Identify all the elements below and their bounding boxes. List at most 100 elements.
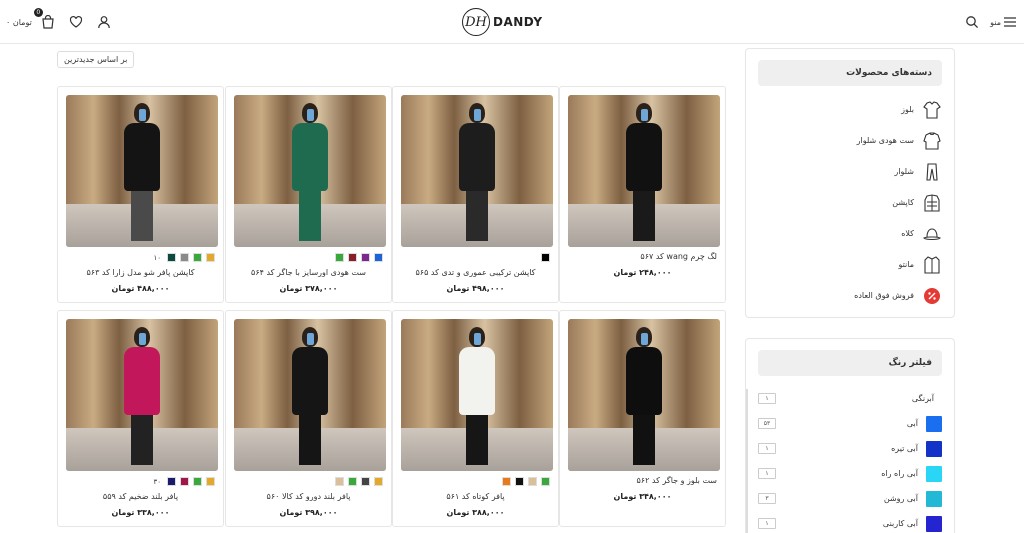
product-name[interactable]: لگ چرم wang کد ۵۶۷ [568, 252, 717, 261]
wishlist-button[interactable] [66, 12, 86, 32]
product-image[interactable] [401, 95, 553, 247]
color-count: ۳ [758, 493, 776, 504]
garment-bottom [633, 189, 655, 241]
color-filter-item[interactable]: آبرنگی ۱ [746, 386, 954, 411]
model-figure [455, 327, 499, 467]
category-item[interactable]: کاپشن [746, 187, 954, 218]
category-label: بلوز [901, 105, 914, 114]
more-colors-count: ۳۰ [153, 478, 161, 486]
site-logo[interactable]: DH DANDY [462, 7, 543, 37]
color-swatch[interactable] [167, 253, 176, 262]
product-image[interactable] [401, 319, 553, 471]
product-name[interactable]: پافر بلند ضخیم کد ۵۵۹ [66, 492, 215, 501]
category-item[interactable]: شلوار [746, 156, 954, 187]
product-image[interactable] [66, 319, 218, 471]
color-swatch[interactable] [361, 253, 370, 262]
color-swatch[interactable] [167, 477, 176, 486]
color-filter-list: آبرنگی ۱ آبی ۵۳ آبی تیره ۱ آبی راه راه ۱ آبی روش… [746, 386, 954, 533]
product-image[interactable] [568, 95, 720, 247]
color-swatches: ۱۰ [153, 253, 215, 263]
garment-top [292, 123, 328, 191]
pants-icon [922, 162, 942, 182]
category-item[interactable]: مانتو [746, 249, 954, 280]
menu-label[interactable]: منو [990, 18, 1001, 27]
search-button[interactable] [962, 12, 982, 32]
product-card[interactable]: ست بلوز و جاگر کد ۵۶۲ ۳۴۸,۰۰۰ تومان [559, 310, 726, 527]
product-image[interactable] [66, 95, 218, 247]
product-price: ۳۴۸,۰۰۰ تومان [613, 492, 672, 501]
color-swatch[interactable] [335, 477, 344, 486]
product-name[interactable]: ست بلوز و جاگر کد ۵۶۲ [568, 476, 717, 485]
product-price: ۴۹۸,۰۰۰ تومان [446, 284, 505, 293]
garment-bottom [131, 189, 153, 241]
account-button[interactable] [94, 12, 114, 32]
product-card[interactable]: ست هودی اورسایز با جاگر کد ۵۶۴ ۳۷۸,۰۰۰ تو… [225, 86, 392, 303]
color-filter-item[interactable]: آبی تیره ۱ [746, 436, 954, 461]
color-filter-title: فیلتر رنگ [758, 350, 942, 376]
color-swatch[interactable] [335, 253, 344, 262]
color-swatch[interactable] [348, 477, 357, 486]
category-item[interactable]: کلاه [746, 218, 954, 249]
color-label: آبی راه راه [881, 469, 918, 478]
color-swatch[interactable] [541, 477, 550, 486]
hat-icon [922, 224, 942, 244]
product-name[interactable]: کاپشن پافر شو مدل زارا کد ۵۶۳ [66, 268, 215, 277]
color-filter-item[interactable]: آبی کاربنی ۱ [746, 511, 954, 533]
product-card[interactable]: کاپشن ترکیبی عموری و تدی کد ۵۶۵ ۴۹۸,۰۰۰ ت… [392, 86, 559, 303]
color-swatch[interactable] [180, 477, 189, 486]
phone-icon [139, 109, 146, 121]
phone-icon [307, 109, 314, 121]
color-filter-scrollbar[interactable] [746, 389, 748, 533]
garment-bottom [466, 189, 488, 241]
product-image[interactable] [234, 95, 386, 247]
category-item[interactable]: بلوز [746, 94, 954, 125]
product-image[interactable] [568, 319, 720, 471]
category-label: کاپشن [892, 198, 914, 207]
heart-icon [69, 15, 82, 28]
color-swatch[interactable] [193, 477, 202, 486]
product-image[interactable] [234, 319, 386, 471]
color-count: ۱ [758, 518, 776, 529]
sort-dropdown[interactable]: بر اساس جدیدترین [57, 51, 135, 68]
color-filter-item[interactable]: آبی راه راه ۱ [746, 461, 954, 486]
color-filter-item[interactable]: آبی ۵۳ [746, 411, 954, 436]
color-swatch[interactable] [193, 253, 202, 262]
product-card[interactable]: پافر کوتاه کد ۵۶۱ ۳۸۸,۰۰۰ تومان [392, 310, 559, 527]
phone-icon [139, 333, 146, 345]
product-name[interactable]: ست هودی اورسایز با جاگر کد ۵۶۴ [234, 268, 383, 277]
category-item[interactable]: فروش فوق العاده [746, 280, 954, 311]
color-swatch[interactable] [180, 253, 189, 262]
color-swatch[interactable] [374, 477, 383, 486]
color-swatch[interactable] [206, 477, 215, 486]
cart-total[interactable]: ۰ تومان [6, 18, 32, 27]
category-item[interactable]: ست هودی شلوار [746, 125, 954, 156]
color-swatch[interactable] [374, 253, 383, 262]
product-name[interactable]: پافر کوتاه کد ۵۶۱ [401, 492, 550, 501]
phone-icon [641, 333, 648, 345]
color-filter-panel: فیلتر رنگ آبرنگی ۱ آبی ۵۳ آبی تیره ۱ آبی راه ر… [745, 338, 955, 533]
product-card[interactable]: ۳۰ پافر بلند ضخیم کد ۵۵۹ ۳۳۸,۰۰۰ تومان [57, 310, 224, 527]
category-label: فروش فوق العاده [854, 291, 914, 300]
category-label: کلاه [901, 229, 914, 238]
sale-percent-icon [922, 286, 942, 306]
color-swatch[interactable] [502, 477, 511, 486]
color-swatch[interactable] [361, 477, 370, 486]
color-filter-item[interactable]: آبی روشن ۳ [746, 486, 954, 511]
product-card[interactable]: ۱۰ کاپشن پافر شو مدل زارا کد ۵۶۳ ۴۸۸,۰۰۰ ت… [57, 86, 224, 303]
product-name[interactable]: پافر بلند دورو کد کالا ۵۶۰ [234, 492, 383, 501]
color-swatch[interactable] [206, 253, 215, 262]
category-label: مانتو [898, 260, 915, 269]
color-swatch[interactable] [515, 477, 524, 486]
product-card[interactable]: پافر بلند دورو کد کالا ۵۶۰ ۳۹۸,۰۰۰ تومان [225, 310, 392, 527]
cart-button[interactable]: 0 [33, 8, 58, 32]
color-swatch[interactable] [528, 477, 537, 486]
hamburger-menu-icon [1004, 17, 1016, 27]
color-label: آبی روشن [883, 494, 918, 503]
product-name[interactable]: کاپشن ترکیبی عموری و تدی کد ۵۶۵ [401, 268, 550, 277]
menu-button[interactable] [1004, 12, 1016, 32]
search-icon [966, 16, 979, 29]
product-card[interactable]: لگ چرم wang کد ۵۶۷ ۲۴۸,۰۰۰ تومان [559, 86, 726, 303]
color-swatch[interactable] [348, 253, 357, 262]
coat-icon [922, 255, 942, 275]
color-swatch[interactable] [541, 253, 550, 262]
